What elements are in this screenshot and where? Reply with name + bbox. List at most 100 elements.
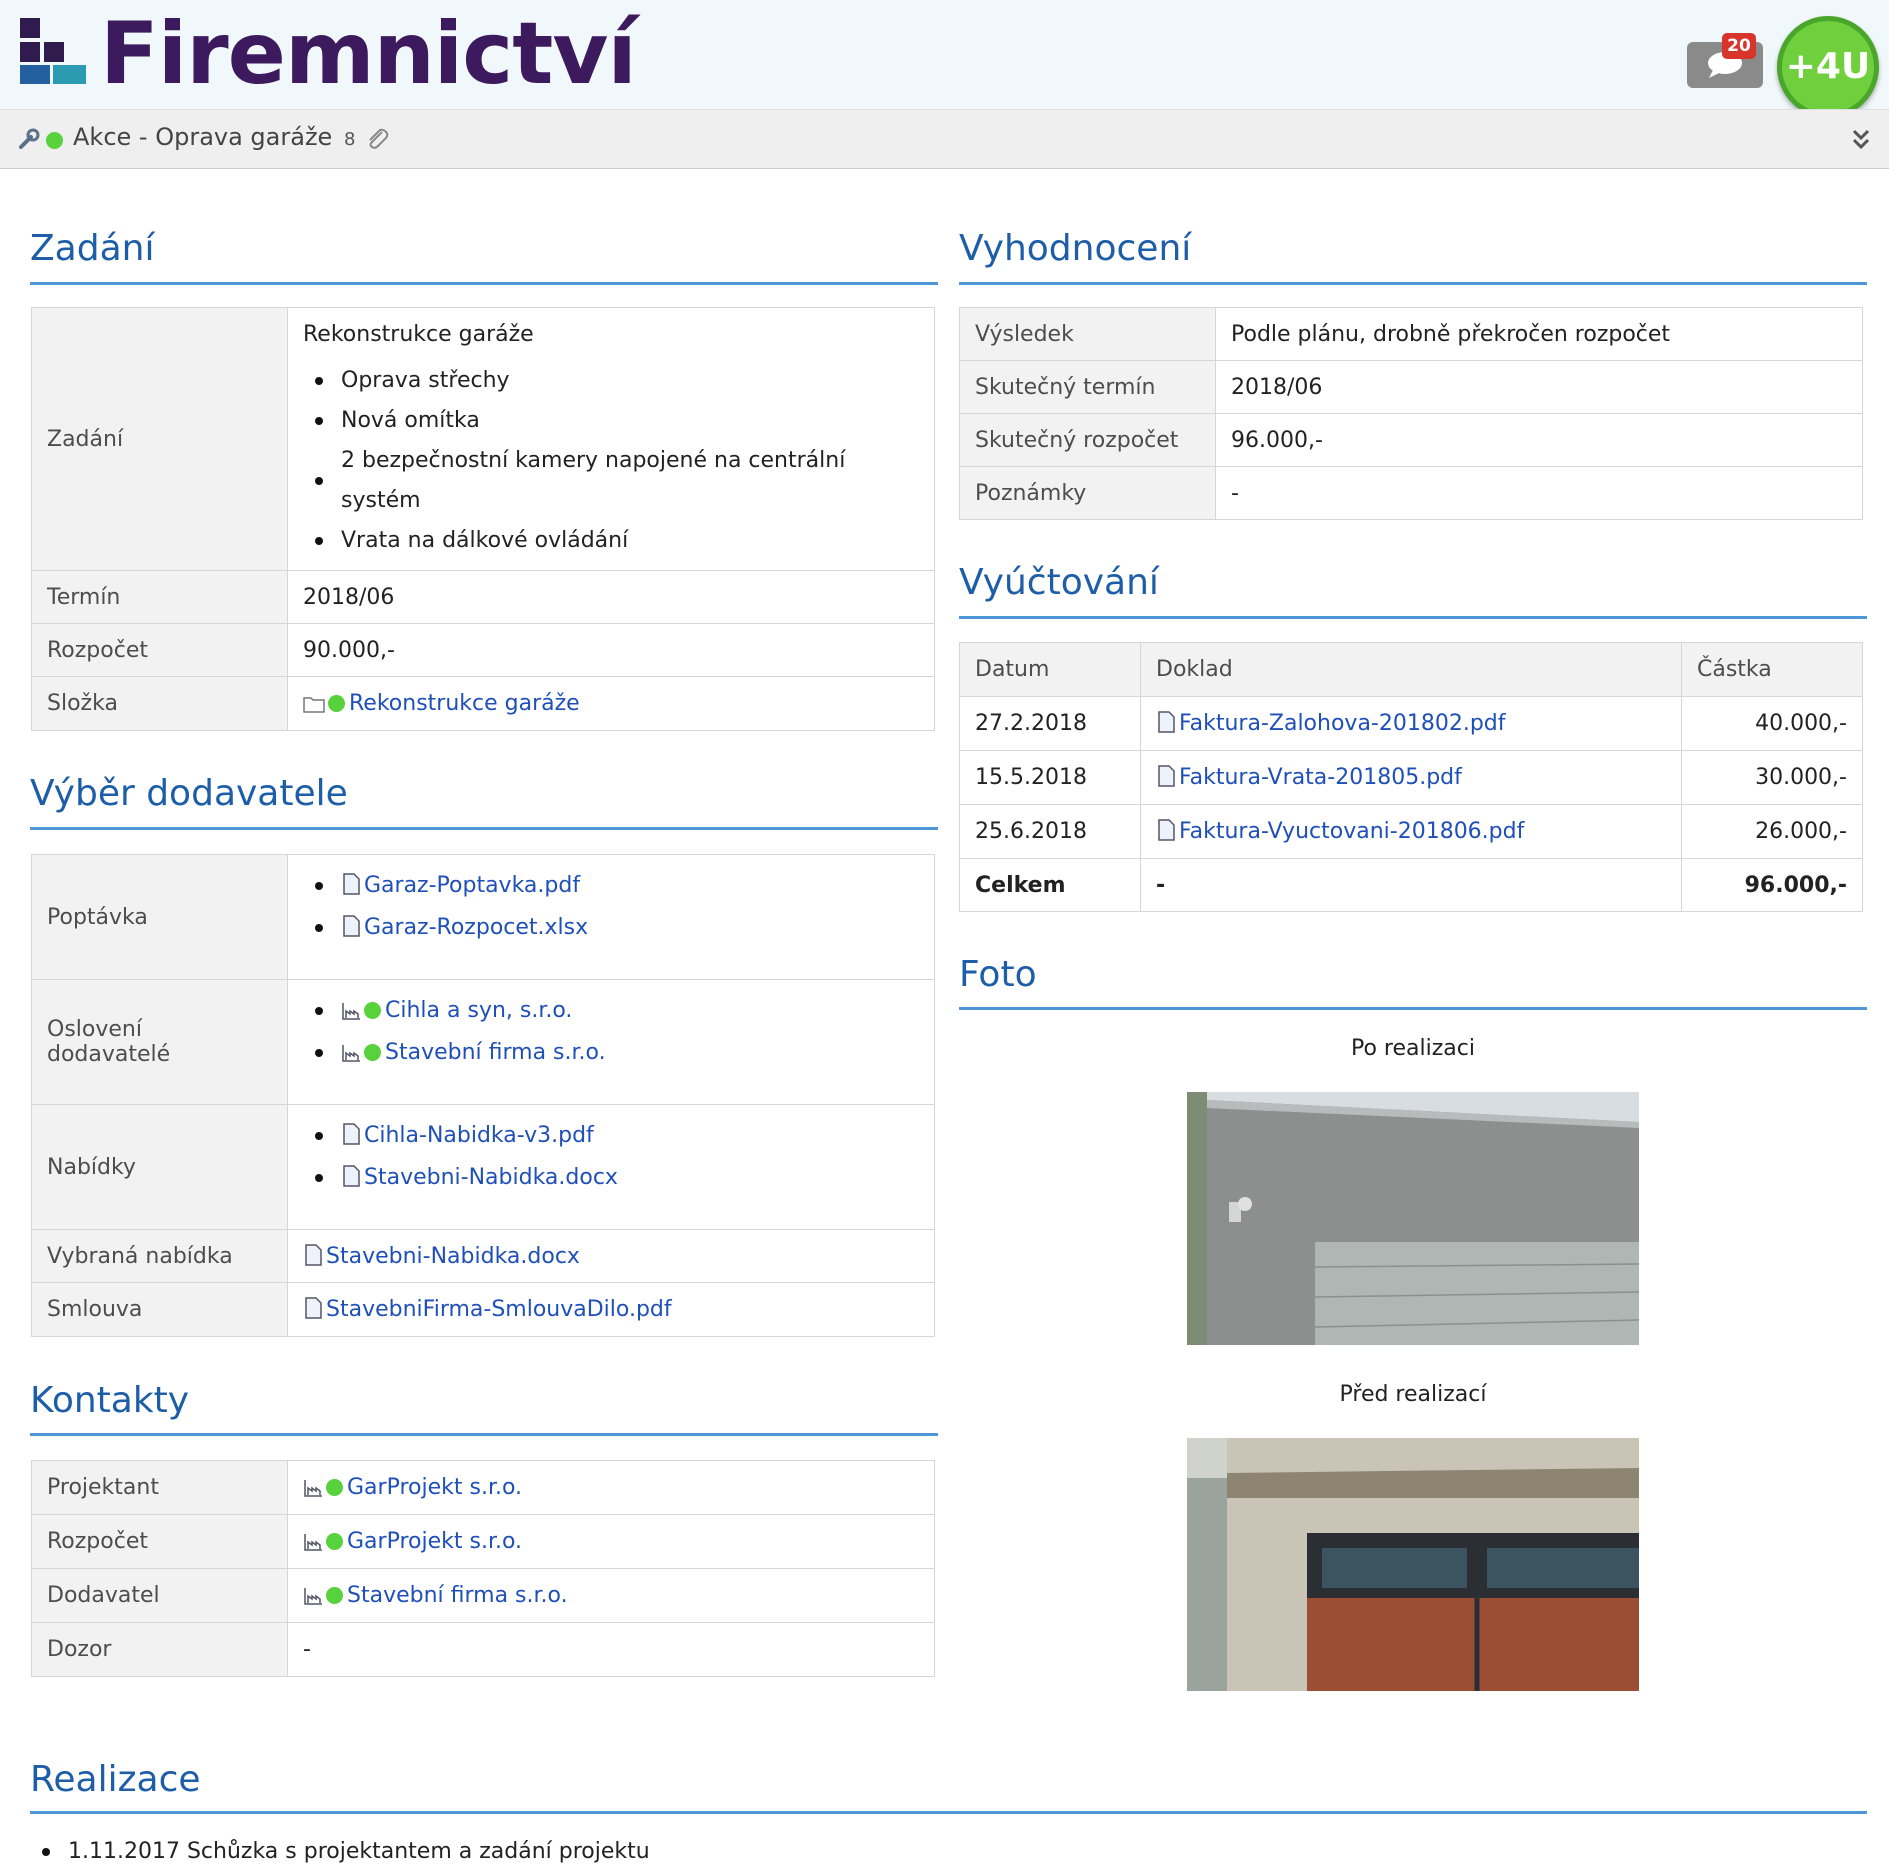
date-cell: 27.2.2018	[959, 696, 1141, 751]
top-header: Firemnictví 20 +4U	[0, 0, 1889, 118]
company-icon	[304, 1480, 322, 1497]
total-doc: -	[1140, 858, 1682, 912]
expand-chevron-icon[interactable]	[1852, 128, 1870, 155]
table-row: Poptávka Garaz-Poptavka.pdf Garaz-Rozpoc…	[31, 854, 935, 980]
zadani-table: Zadání Rekonstrukce garáže Oprava střech…	[31, 307, 935, 731]
date-cell: 25.6.2018	[959, 804, 1141, 859]
date-cell: 15.5.2018	[959, 750, 1141, 805]
status-dot	[364, 1002, 381, 1019]
total-label: Celkem	[959, 858, 1141, 912]
section-heading-zadani: Zadání	[30, 228, 155, 269]
section-divider	[30, 1811, 1867, 1814]
row-value: GarProjekt s.r.o.	[287, 1514, 935, 1569]
list-item: Garaz-Rozpocet.xlsx	[303, 907, 919, 949]
file-link[interactable]: Garaz-Poptavka.pdf	[364, 873, 580, 898]
plus4u-button[interactable]: +4U	[1777, 16, 1879, 118]
realizace-list: 1.11.2017 Schůzka s projektantem a zadán…	[30, 1836, 650, 1868]
contact-link[interactable]: GarProjekt s.r.o.	[347, 1529, 522, 1554]
zadani-intro: Rekonstrukce garáže	[303, 322, 534, 347]
section-heading-kontakty: Kontakty	[30, 1380, 190, 1421]
row-label: Skutečný rozpočet	[959, 413, 1216, 467]
status-dot	[326, 1479, 343, 1496]
attachment-count[interactable]: 8	[344, 129, 355, 150]
folder-link[interactable]: Rekonstrukce garáže	[349, 691, 580, 716]
zadani-list: Oprava střechy Nová omítka 2 bezpečnostn…	[303, 361, 919, 561]
doc-cell: Faktura-Vyuctovani-201806.pdf	[1140, 804, 1682, 859]
row-value: StavebniFirma-SmlouvaDilo.pdf	[287, 1282, 935, 1337]
file-link[interactable]: Cihla-Nabidka-v3.pdf	[364, 1123, 594, 1148]
kontakty-table: Projektant GarProjekt s.r.o. Rozpočet Ga…	[31, 1460, 935, 1677]
table-row: Výsledek Podle plánu, drobně překročen r…	[959, 307, 1863, 361]
column-header: Datum	[959, 642, 1141, 697]
list-item: Cihla a syn, s.r.o.	[303, 990, 919, 1032]
file-link[interactable]: Stavebni-Nabidka.docx	[364, 1165, 618, 1190]
table-row: Rozpočet GarProjekt s.r.o.	[31, 1514, 935, 1569]
photo-before[interactable]	[1187, 1438, 1639, 1691]
supplier-link[interactable]: Stavební firma s.r.o.	[385, 1040, 606, 1065]
photo-caption-before: Před realizací	[1339, 1382, 1487, 1407]
row-value: Cihla-Nabidka-v3.pdf Stavebni-Nabidka.do…	[287, 1104, 935, 1230]
vyber-table: Poptávka Garaz-Poptavka.pdf Garaz-Rozpoc…	[31, 854, 935, 1337]
row-label: Vybraná nabídka	[31, 1229, 288, 1283]
table-header-row: Datum Doklad Částka	[959, 642, 1863, 697]
row-label: Rozpočet	[31, 1514, 288, 1569]
invoice-link[interactable]: Faktura-Vrata-201805.pdf	[1179, 765, 1462, 790]
document-icon	[305, 1297, 322, 1319]
list-item: 1.11.2017 Schůzka s projektantem a zadán…	[30, 1836, 650, 1868]
table-row: Nabídky Cihla-Nabidka-v3.pdf Stavebni-Na…	[31, 1104, 935, 1230]
table-row: Dodavatel Stavební firma s.r.o.	[31, 1568, 935, 1623]
page-title: Akce - Oprava garáže	[73, 123, 333, 151]
row-value: Stavební firma s.r.o.	[287, 1568, 935, 1623]
wrench-icon[interactable]	[18, 128, 40, 150]
section-heading-realizace: Realizace	[30, 1759, 201, 1800]
amount-cell: 30.000,-	[1681, 750, 1863, 805]
document-icon	[1158, 819, 1175, 841]
row-label: Poznámky	[959, 466, 1216, 520]
photo-after[interactable]	[1187, 1092, 1639, 1345]
table-row: Poznámky -	[959, 466, 1863, 520]
file-link[interactable]: Garaz-Rozpocet.xlsx	[364, 915, 588, 940]
row-label: Projektant	[31, 1460, 288, 1515]
table-row: Projektant GarProjekt s.r.o.	[31, 1460, 935, 1515]
app-logo[interactable]	[20, 18, 86, 84]
list-item: Vrata na dálkové ovládání	[303, 521, 919, 561]
row-value: Rekonstrukce garáže Oprava střechy Nová …	[287, 307, 935, 571]
status-dot	[328, 695, 345, 712]
row-label: Poptávka	[31, 854, 288, 980]
paperclip-icon[interactable]	[364, 126, 390, 152]
notification-badge: 20	[1722, 33, 1756, 59]
section-heading-foto: Foto	[959, 954, 1037, 995]
row-value: -	[1215, 466, 1863, 520]
row-value: Rekonstrukce garáže	[287, 676, 935, 731]
vyuctovani-table: Datum Doklad Částka 27.2.2018 Faktura-Za…	[959, 642, 1863, 912]
invoice-link[interactable]: Faktura-Zalohova-201802.pdf	[1179, 711, 1506, 736]
row-label: Skutečný termín	[959, 360, 1216, 414]
table-row: Dozor -	[31, 1622, 935, 1677]
file-link[interactable]: StavebniFirma-SmlouvaDilo.pdf	[326, 1297, 672, 1322]
brand-title[interactable]: Firemnictví	[100, 0, 637, 109]
section-heading-vyber: Výběr dodavatele	[30, 773, 348, 814]
supplier-link[interactable]: Cihla a syn, s.r.o.	[385, 998, 572, 1023]
list-item: Nová omítka	[303, 401, 919, 441]
file-list: Garaz-Poptavka.pdf Garaz-Rozpocet.xlsx	[303, 865, 919, 949]
status-dot	[326, 1533, 343, 1550]
row-value: -	[287, 1622, 935, 1677]
list-item: Cihla-Nabidka-v3.pdf	[303, 1115, 919, 1157]
table-row: 25.6.2018 Faktura-Vyuctovani-201806.pdf …	[959, 804, 1863, 859]
row-value: Cihla a syn, s.r.o. Stavební firma s.r.o…	[287, 979, 935, 1105]
file-link[interactable]: Stavebni-Nabidka.docx	[326, 1244, 580, 1269]
contact-link[interactable]: GarProjekt s.r.o.	[347, 1475, 522, 1500]
document-icon	[1158, 765, 1175, 787]
section-divider	[959, 282, 1867, 285]
table-row: Termín 2018/06	[31, 570, 935, 624]
company-icon	[342, 1045, 360, 1062]
section-heading-vyuctovani: Vyúčtování	[959, 562, 1159, 603]
total-amount: 96.000,-	[1681, 858, 1863, 912]
contact-link[interactable]: Stavební firma s.r.o.	[347, 1583, 568, 1608]
list-item: Garaz-Poptavka.pdf	[303, 865, 919, 907]
photo-caption-after: Po realizaci	[1351, 1036, 1475, 1061]
invoice-link[interactable]: Faktura-Vyuctovani-201806.pdf	[1179, 819, 1524, 844]
document-icon	[343, 1165, 360, 1187]
doc-cell: Faktura-Zalohova-201802.pdf	[1140, 696, 1682, 751]
total-row: Celkem - 96.000,-	[959, 858, 1863, 912]
